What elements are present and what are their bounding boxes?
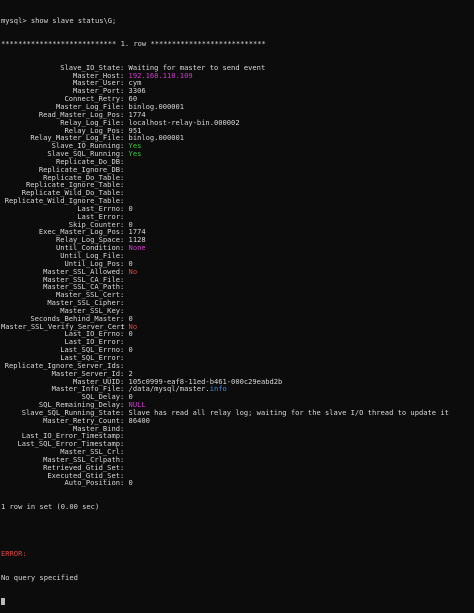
status-value: localhost-relay-bin.000002 <box>128 117 240 127</box>
status-row: Master_Info_File: /data/mysql/master. inf… <box>1 385 474 393</box>
command-prompt: mysql> show slave status\G; <box>1 15 117 25</box>
status-row: Replicate_Wild_Ignore_Table: <box>1 197 474 205</box>
status-value: /data/mysql/master. <box>128 384 210 394</box>
row-banner: *************************** 1. row *****… <box>1 39 266 49</box>
status-value: Slave has read all relay log; waiting fo… <box>128 407 449 417</box>
status-field-list: Slave_IO_State: Waiting for master to se… <box>1 63 474 488</box>
status-value: None <box>128 243 146 253</box>
error-message: No query specified <box>1 572 78 582</box>
prompt-cursor-line <box>1 597 474 605</box>
status-value: Yes <box>128 149 142 159</box>
status-value-ext: info <box>209 384 227 394</box>
cursor <box>1 597 5 605</box>
status-value: 86400 <box>128 415 150 425</box>
status-row: Master_Retry_Count: 86400 <box>1 415 474 425</box>
status-value: 0 <box>128 329 133 339</box>
result-summary: 1 row in set (0.00 sec) <box>1 502 100 511</box>
status-row: Slave_IO_State: Waiting for master to se… <box>1 63 474 72</box>
status-value: No <box>128 266 138 276</box>
status-value: 0 <box>128 203 133 213</box>
terminal-output[interactable]: mysql> show slave status\G; ************… <box>1 1 474 613</box>
status-value: 0 <box>128 345 133 355</box>
status-row: Master_Host: 192.168.110.109 <box>1 71 474 80</box>
status-row: Master_User: cym <box>1 79 474 87</box>
status-row: Last_Errno: 0 <box>1 205 474 213</box>
error-label: ERROR: <box>1 549 27 559</box>
